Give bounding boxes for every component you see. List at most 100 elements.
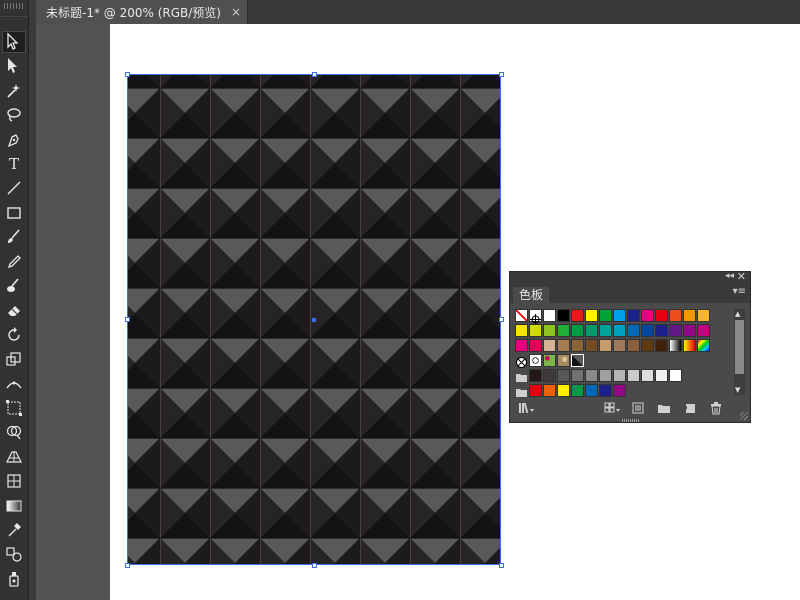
close-icon[interactable]: ✕	[737, 270, 746, 283]
eyedropper-tool-button[interactable]	[2, 519, 26, 541]
lasso-tool-button[interactable]	[2, 104, 26, 126]
scale-tool-button[interactable]	[2, 348, 26, 370]
color-swatch[interactable]	[599, 324, 612, 337]
pattern-circles-swatch[interactable]	[529, 354, 542, 367]
scroll-up-icon[interactable]: ▲	[735, 310, 740, 318]
swatch-options-button[interactable]	[630, 401, 646, 415]
color-swatch[interactable]	[697, 309, 710, 322]
color-swatch[interactable]	[613, 339, 626, 352]
document-tab[interactable]: 未标题-1* @ 200% (RGB/预览) ×	[36, 0, 248, 24]
color-swatch[interactable]	[529, 369, 542, 382]
rotate-tool-button[interactable]	[2, 324, 26, 346]
color-swatch[interactable]	[655, 339, 668, 352]
color-swatch[interactable]	[655, 309, 668, 322]
pencil-tool-button[interactable]	[2, 251, 26, 273]
pattern-texture-swatch[interactable]	[557, 354, 570, 367]
color-swatch[interactable]	[599, 384, 612, 397]
pattern-group-icon[interactable]	[515, 354, 528, 368]
color-swatch[interactable]	[613, 384, 626, 397]
color-swatch[interactable]	[571, 384, 584, 397]
color-swatch[interactable]	[641, 324, 654, 337]
color-swatch[interactable]	[641, 369, 654, 382]
gradient-tool-button[interactable]	[2, 495, 26, 517]
color-swatch[interactable]	[529, 324, 542, 337]
resize-handle-bottom-right[interactable]	[499, 563, 504, 568]
resize-handle-bottom-center[interactable]	[312, 563, 317, 568]
shape-builder-tool-button[interactable]	[2, 421, 26, 443]
swatch-scrollbar[interactable]: ▲ ▼	[734, 309, 745, 395]
line-segment-tool-button[interactable]	[2, 177, 26, 199]
rectangle-tool-button[interactable]	[2, 202, 26, 224]
color-swatch[interactable]	[571, 324, 584, 337]
color-swatch[interactable]	[557, 324, 570, 337]
color-swatch[interactable]	[571, 369, 584, 382]
color-swatch[interactable]	[669, 324, 682, 337]
color-swatch[interactable]	[543, 384, 556, 397]
scroll-thumb[interactable]	[735, 320, 744, 375]
color-swatch[interactable]	[599, 309, 612, 322]
color-swatch[interactable]	[543, 324, 556, 337]
color-swatch[interactable]	[515, 324, 528, 337]
show-swatch-kinds-button[interactable]	[604, 401, 622, 415]
resize-handle-middle-right[interactable]	[499, 317, 504, 322]
magic-wand-tool-button[interactable]	[2, 80, 26, 102]
registration-swatch[interactable]	[529, 309, 542, 325]
color-swatch[interactable]	[627, 309, 640, 322]
color-swatch[interactable]	[515, 339, 528, 352]
color-swatch[interactable]	[655, 369, 668, 382]
color-swatch[interactable]	[571, 309, 584, 322]
new-swatch-button[interactable]	[682, 401, 698, 415]
color-swatch[interactable]	[557, 384, 570, 397]
color-swatch[interactable]	[627, 324, 640, 337]
color-swatch[interactable]	[543, 369, 556, 382]
color-swatch[interactable]	[543, 309, 556, 322]
color-swatch[interactable]	[641, 309, 654, 322]
color-swatch[interactable]	[571, 339, 584, 352]
blend-tool-button[interactable]	[2, 543, 26, 565]
pen-tool-button[interactable]	[2, 129, 26, 151]
perspective-grid-tool-button[interactable]	[2, 446, 26, 468]
pattern-pyramid-swatch[interactable]	[571, 354, 584, 367]
panel-bottom-grip[interactable]	[622, 419, 640, 422]
paintbrush-tool-button[interactable]	[2, 226, 26, 248]
gradient-rainbow-swatch[interactable]	[697, 339, 710, 352]
panel-menu-icon[interactable]: ▾≡	[733, 286, 746, 297]
color-group-folder-icon[interactable]	[515, 369, 528, 382]
symbol-sprayer-tool-button[interactable]	[2, 568, 26, 590]
direct-selection-tool-button[interactable]	[2, 55, 26, 77]
color-swatch[interactable]	[669, 309, 682, 322]
tools-panel-grip[interactable]	[4, 3, 24, 9]
color-group-folder-icon[interactable]	[515, 384, 528, 397]
color-swatch[interactable]	[697, 324, 710, 337]
color-swatch[interactable]	[655, 324, 668, 337]
color-swatch[interactable]	[585, 339, 598, 352]
color-swatch[interactable]	[613, 369, 626, 382]
pattern-leaves-swatch[interactable]	[543, 354, 556, 367]
color-swatch[interactable]	[613, 309, 626, 322]
resize-handle-bottom-left[interactable]	[125, 563, 130, 568]
none-swatch[interactable]	[515, 309, 528, 322]
gradient-orange-swatch[interactable]	[683, 339, 696, 352]
color-swatch[interactable]	[599, 339, 612, 352]
color-swatch[interactable]	[557, 309, 570, 322]
close-icon[interactable]: ×	[231, 5, 241, 19]
color-swatch[interactable]	[599, 369, 612, 382]
color-swatch[interactable]	[585, 369, 598, 382]
color-swatch[interactable]	[529, 384, 542, 397]
color-swatch[interactable]	[585, 384, 598, 397]
delete-swatch-button[interactable]	[708, 401, 724, 415]
color-swatch[interactable]	[641, 339, 654, 352]
color-swatch[interactable]	[683, 324, 696, 337]
free-transform-tool-button[interactable]	[2, 397, 26, 419]
color-swatch[interactable]	[585, 309, 598, 322]
color-swatch[interactable]	[669, 369, 682, 382]
selection-tool-button[interactable]	[2, 31, 26, 53]
panel-resize-handle[interactable]	[740, 412, 748, 420]
new-color-group-button[interactable]	[656, 401, 672, 415]
color-swatch[interactable]	[529, 339, 542, 352]
color-swatch[interactable]	[585, 324, 598, 337]
resize-handle-top-center[interactable]	[312, 72, 317, 77]
color-swatch[interactable]	[543, 339, 556, 352]
swatch-libraries-menu-button[interactable]	[517, 401, 537, 415]
mesh-tool-button[interactable]	[2, 470, 26, 492]
